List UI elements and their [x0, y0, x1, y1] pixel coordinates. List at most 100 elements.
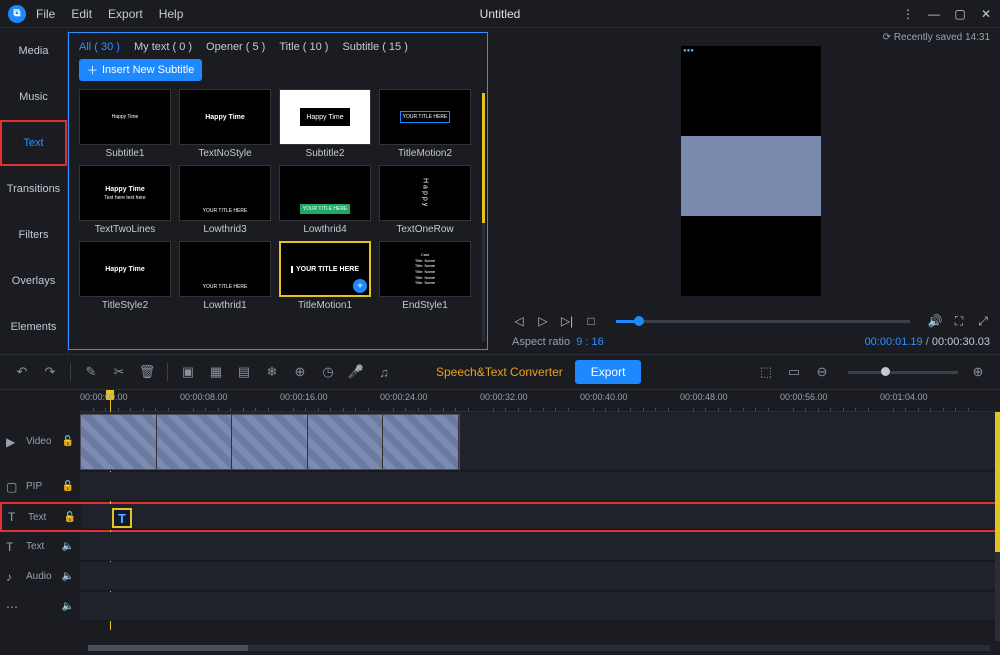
asset-textnostyle[interactable]: Happy TimeTextNoStyle	[179, 89, 271, 159]
plus-icon: ＋	[87, 62, 98, 78]
mute-icon[interactable]: 🔈	[62, 571, 74, 582]
mute-icon[interactable]: 🔈	[62, 601, 74, 612]
play-icon[interactable]: ▷	[536, 314, 550, 328]
tab-title[interactable]: Title ( 10 )	[279, 41, 328, 53]
time-total: 00:00:30.03	[932, 336, 990, 348]
zoom-slider[interactable]	[848, 371, 958, 374]
text-asset-panel: All ( 30 ) My text ( 0 ) Opener ( 5 ) Ti…	[68, 32, 488, 350]
asset-lowthrid4[interactable]: YOUR TITLE HERELowthrid4	[279, 165, 371, 235]
asset-scrollbar[interactable]	[482, 93, 485, 341]
track-extra: ⋯🔈	[0, 592, 1000, 622]
preview-controls: ◁ ▷ ▷| □ 🔊 ⛶ ⤢	[512, 308, 990, 334]
lock-icon[interactable]: 🔓	[62, 436, 74, 447]
pen-icon[interactable]: ✎	[83, 364, 99, 380]
timeline-v-scrollbar[interactable]	[995, 412, 1000, 641]
zoom-out-icon[interactable]: ⊖	[814, 364, 830, 380]
menu-export[interactable]: Export	[108, 7, 143, 21]
timeline-toolbar: ↶ ↷ ✎ ✂ 🗑 ▣ ▦ ▤ ❄ ⊕ ◷ 🎤 ♫ Speech&Text Co…	[0, 354, 1000, 390]
menu-help[interactable]: Help	[159, 7, 184, 21]
kebab-icon[interactable]: ⋮	[902, 7, 914, 21]
maximize-icon[interactable]: ▢	[954, 7, 966, 21]
delete-icon[interactable]: 🗑	[139, 364, 155, 380]
duration-icon[interactable]: ◷	[320, 364, 336, 380]
nav-music[interactable]: Music	[0, 74, 67, 120]
mute-icon[interactable]: 🔈	[62, 541, 74, 552]
freeze-icon[interactable]: ❄	[264, 364, 280, 380]
preview-seek-slider[interactable]	[616, 320, 910, 323]
asset-tabs: All ( 30 ) My text ( 0 ) Opener ( 5 ) Ti…	[75, 39, 487, 59]
snapshot-tool-icon[interactable]: ▤	[236, 364, 252, 380]
insert-subtitle-button[interactable]: ＋ Insert New Subtitle	[79, 59, 202, 81]
asset-grid: Happy TimeSubtitle1 Happy TimeTextNoStyl…	[75, 87, 487, 349]
menu-edit[interactable]: Edit	[71, 7, 92, 21]
add-asset-icon[interactable]: +	[353, 279, 367, 293]
tab-subtitle[interactable]: Subtitle ( 15 )	[342, 41, 407, 53]
zoom-tool-icon[interactable]: ⊕	[292, 364, 308, 380]
prev-frame-icon[interactable]: ◁	[512, 314, 526, 328]
tab-opener[interactable]: Opener ( 5 )	[206, 41, 265, 53]
track-manage-icon[interactable]: ▭	[786, 364, 802, 380]
speech-text-converter-button[interactable]: Speech&Text Converter	[436, 365, 563, 379]
minimize-icon[interactable]: —	[928, 7, 940, 21]
track-text-2: TText🔈	[0, 532, 1000, 562]
time-current: 00:00:01.19	[865, 336, 923, 348]
audio-track-icon: ♪	[6, 570, 20, 584]
voiceover-icon[interactable]: 🎤	[348, 364, 364, 380]
titlebar: ⧉ File Edit Export Help Untitled ⋮ — ▢ ✕	[0, 0, 1000, 28]
asset-endstyle1[interactable]: CastTitle: NameTitle: NameTitle: NameTit…	[379, 241, 471, 311]
asset-textonerow[interactable]: HappyTextOneRow	[379, 165, 471, 235]
main-menu: File Edit Export Help	[36, 7, 183, 21]
aspect-label: Aspect ratio	[512, 336, 570, 348]
app-logo: ⧉	[8, 5, 26, 23]
lock-icon[interactable]: 🔓	[62, 481, 74, 492]
zoom-in-icon[interactable]: ⊕	[970, 364, 986, 380]
video-clip[interactable]: 20211115_13261 .gif	[80, 414, 460, 470]
asset-lowthrid1[interactable]: YOUR TITLE HERELowthrid1	[179, 241, 271, 311]
asset-titlemotion2[interactable]: YOUR TITLE HERETitleMotion2	[379, 89, 471, 159]
track-video: ▶Video🔓 20211115_13261 .gif	[0, 412, 1000, 472]
preview-panel: Recently saved 14:31 ●●● ◁ ▷ ▷| □ 🔊 ⛶ ⤢ …	[488, 28, 1000, 354]
nav-media[interactable]: Media	[0, 28, 67, 74]
snapshot-icon[interactable]: ⛶	[952, 314, 966, 328]
export-button[interactable]: Export	[575, 360, 642, 384]
lock-icon[interactable]: 🔓	[64, 512, 76, 523]
time-ruler[interactable]: 00:00:00.0000:00:08.0000:00:16.0000:00:2…	[80, 390, 1000, 412]
video-track-icon: ▶	[6, 435, 20, 449]
track-pip: ▢PIP🔓	[0, 472, 1000, 502]
asset-lowthrid3[interactable]: YOUR TITLE HERELowthrid3	[179, 165, 271, 235]
nav-text[interactable]: Text	[0, 120, 67, 166]
asset-titlestyle2[interactable]: Happy TimeTitleStyle2	[79, 241, 171, 311]
audio-detach-icon[interactable]: ♫	[376, 364, 392, 380]
crop-icon[interactable]: ▣	[180, 364, 196, 380]
nav-overlays[interactable]: Overlays	[0, 258, 67, 304]
recently-saved-label: Recently saved 14:31	[883, 32, 990, 43]
track-text-1: TText🔓 T	[0, 502, 1000, 532]
preview-viewport: ●●●	[681, 46, 821, 296]
timeline-h-scrollbar[interactable]	[88, 645, 990, 651]
text-track-icon: T	[8, 510, 22, 524]
nav-elements[interactable]: Elements	[0, 304, 67, 350]
asset-subtitle1[interactable]: Happy TimeSubtitle1	[79, 89, 171, 159]
marker-icon[interactable]: ⬚	[758, 364, 774, 380]
asset-texttwolines[interactable]: Happy TimeText here text hereTextTwoLine…	[79, 165, 171, 235]
next-frame-icon[interactable]: ▷|	[560, 314, 574, 328]
asset-subtitle2[interactable]: Happy TimeSubtitle2	[279, 89, 371, 159]
volume-icon[interactable]: 🔊	[928, 314, 942, 328]
close-icon[interactable]: ✕	[980, 7, 992, 21]
text-clip[interactable]: T	[112, 508, 132, 528]
window-title: Untitled	[480, 7, 521, 21]
asset-titlemotion1[interactable]: YOUR TITLE HERE+TitleMotion1	[279, 241, 371, 311]
cut-icon[interactable]: ✂	[111, 364, 127, 380]
aspect-value[interactable]: 9 : 16	[576, 336, 604, 348]
undo-icon[interactable]: ↶	[14, 364, 30, 380]
redo-icon[interactable]: ↷	[42, 364, 58, 380]
track-audio: ♪Audio🔈	[0, 562, 1000, 592]
tab-all[interactable]: All ( 30 )	[79, 41, 120, 53]
tab-mytext[interactable]: My text ( 0 )	[134, 41, 192, 53]
fullscreen-icon[interactable]: ⤢	[976, 314, 990, 328]
mosaic-icon[interactable]: ▦	[208, 364, 224, 380]
nav-transitions[interactable]: Transitions	[0, 166, 67, 212]
stop-icon[interactable]: □	[584, 314, 598, 328]
nav-filters[interactable]: Filters	[0, 212, 67, 258]
menu-file[interactable]: File	[36, 7, 55, 21]
